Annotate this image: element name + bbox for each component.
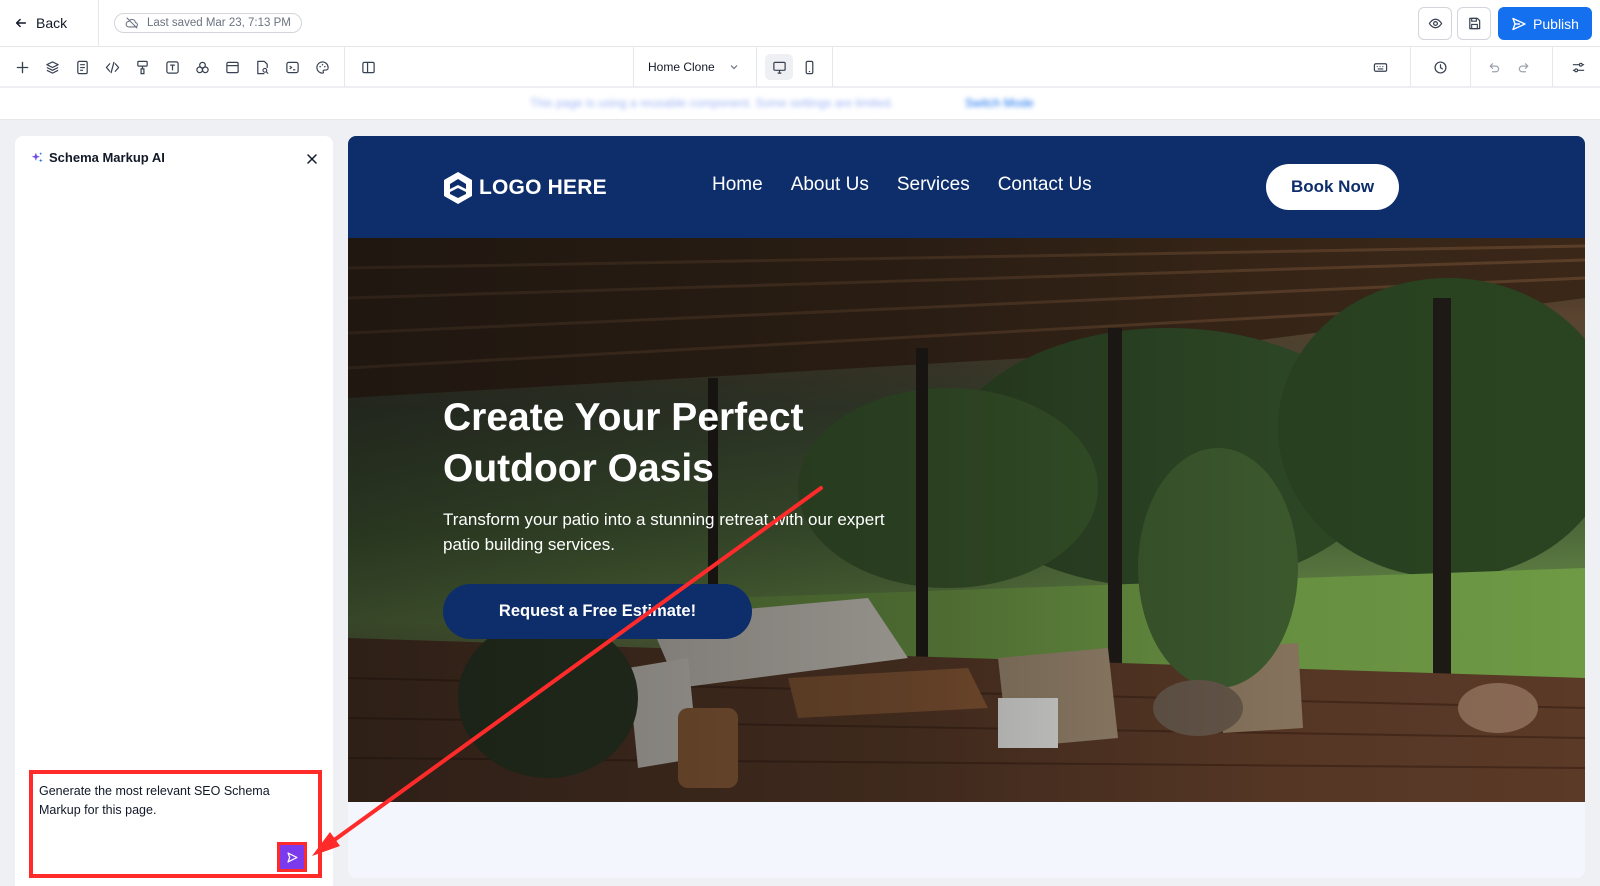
add-element-button[interactable] xyxy=(12,57,32,77)
palette-icon xyxy=(315,60,329,74)
shapes-icon xyxy=(195,61,209,73)
search-page-icon xyxy=(256,60,269,74)
history-icon xyxy=(1433,60,1447,74)
request-estimate-button[interactable]: Request a Free Estimate! xyxy=(443,584,752,639)
split-view-button[interactable] xyxy=(358,57,378,77)
smartphone-icon xyxy=(805,60,813,74)
divider xyxy=(344,47,345,87)
layers-button[interactable] xyxy=(42,57,62,77)
columns-icon xyxy=(361,61,375,73)
divider xyxy=(1470,47,1471,87)
divider xyxy=(756,47,757,87)
eye-icon xyxy=(1428,18,1442,29)
text-button[interactable] xyxy=(162,57,182,77)
redo-icon xyxy=(1518,62,1528,72)
pages-button[interactable] xyxy=(72,57,92,77)
book-now-button[interactable]: Book Now xyxy=(1266,164,1399,210)
nav-link-contact[interactable]: Contact Us xyxy=(998,174,1092,196)
history-button[interactable] xyxy=(1430,57,1450,77)
undo-icon xyxy=(1489,62,1499,72)
hexagon-logo-icon xyxy=(444,172,472,204)
text-icon xyxy=(165,60,179,74)
code-icon xyxy=(105,61,119,73)
logo-text: LOGO HERE xyxy=(479,176,607,199)
nav-link-services[interactable]: Services xyxy=(897,174,970,196)
paint-roller-icon xyxy=(136,60,148,74)
window-icon xyxy=(225,61,239,73)
monitor-icon xyxy=(772,61,786,74)
save-status-badge: Last saved Mar 23, 7:13 PM xyxy=(114,13,302,33)
hero-subtitle: Transform your patio into a stunning ret… xyxy=(443,510,885,554)
sliders-icon xyxy=(1572,62,1584,72)
nav-link-about[interactable]: About Us xyxy=(791,174,869,196)
floppy-disk-icon xyxy=(1468,17,1480,30)
top-bar: Back Last saved Mar 23, 7:13 PM Publish xyxy=(0,0,1600,47)
undo-button[interactable] xyxy=(1483,57,1503,77)
terminal-icon xyxy=(285,61,299,73)
site-header[interactable]: LOGO HERE Home About Us Services Contact… xyxy=(348,136,1585,238)
prompt-textarea[interactable]: Generate the most relevant SEO Schema Ma… xyxy=(29,770,322,878)
notice-text: This page is using a reusable component.… xyxy=(530,96,894,110)
divider xyxy=(1552,47,1553,87)
seo-button[interactable] xyxy=(252,57,272,77)
page-selector[interactable]: Home Clone xyxy=(648,57,739,77)
page-name: Home Clone xyxy=(648,60,715,74)
divider xyxy=(1410,47,1411,87)
divider xyxy=(98,0,99,47)
site-logo[interactable]: LOGO HERE xyxy=(440,170,607,206)
nav-link-home[interactable]: Home xyxy=(712,174,763,196)
plus-icon xyxy=(16,61,28,73)
code-button[interactable] xyxy=(102,57,122,77)
panel-title-text: Schema Markup AI xyxy=(49,150,165,165)
theme-button[interactable] xyxy=(312,57,332,77)
shapes-button[interactable] xyxy=(192,57,212,77)
settings-button[interactable] xyxy=(1568,57,1588,77)
back-button[interactable]: Back xyxy=(14,12,67,34)
save-status-text: Last saved Mar 23, 7:13 PM xyxy=(147,17,291,29)
prompt-text[interactable]: Generate the most relevant SEO Schema Ma… xyxy=(39,782,299,820)
publish-button[interactable]: Publish xyxy=(1498,7,1592,40)
arrow-left-icon xyxy=(15,18,27,28)
sparkles-icon xyxy=(31,152,43,163)
editor-toolbar: Home Clone xyxy=(0,47,1600,87)
sections-button[interactable] xyxy=(222,57,242,77)
publish-label: Publish xyxy=(1533,15,1579,32)
hero-title: Create Your Perfect Outdoor Oasis xyxy=(443,396,804,490)
page-icon xyxy=(76,60,88,74)
send-icon xyxy=(1512,17,1526,30)
desktop-view-button[interactable] xyxy=(765,54,793,80)
cloud-off-icon xyxy=(125,17,138,29)
send-prompt-button[interactable] xyxy=(277,842,307,872)
chevron-down-icon xyxy=(730,65,738,70)
keyboard-icon xyxy=(1373,62,1387,72)
close-icon[interactable] xyxy=(305,152,319,166)
layers-icon xyxy=(45,60,59,74)
styles-button[interactable] xyxy=(132,57,152,77)
keyboard-shortcuts-button[interactable] xyxy=(1370,57,1390,77)
save-button[interactable] xyxy=(1457,7,1491,40)
preview-button[interactable] xyxy=(1418,7,1452,40)
redo-button[interactable] xyxy=(1514,57,1534,77)
notice-link[interactable]: Switch Mode xyxy=(965,96,1034,110)
hero-section[interactable]: Create Your Perfect Outdoor Oasis Transf… xyxy=(348,238,1585,802)
panel-title: Schema Markup AI xyxy=(31,150,165,165)
custom-code-button[interactable] xyxy=(282,57,302,77)
back-label: Back xyxy=(36,15,68,31)
page-canvas[interactable]: LOGO HERE Home About Us Services Contact… xyxy=(348,136,1585,878)
send-icon xyxy=(286,851,298,863)
divider xyxy=(633,47,634,87)
schema-markup-ai-panel: Schema Markup AI Generate the most relev… xyxy=(15,136,333,886)
notice-bar: This page is using a reusable component.… xyxy=(0,88,1600,120)
mobile-view-button[interactable] xyxy=(795,54,823,80)
divider xyxy=(832,47,833,87)
site-nav: Home About Us Services Contact Us xyxy=(712,174,1092,196)
